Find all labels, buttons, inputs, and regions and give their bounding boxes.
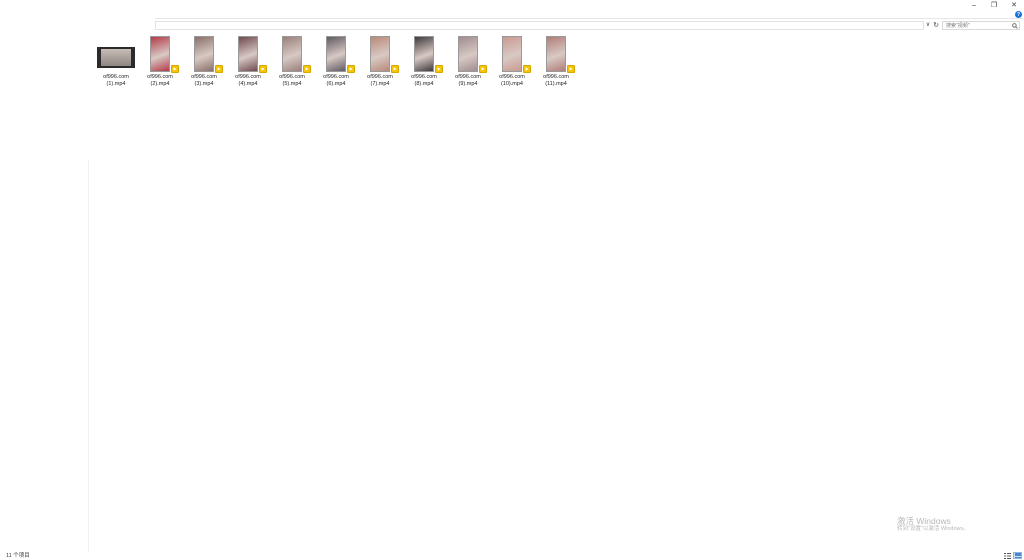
file-item[interactable]: of996.com (7).mp4	[358, 35, 402, 87]
video-thumbnail	[546, 36, 566, 72]
video-thumbnail-frame	[94, 35, 138, 73]
video-file-icon	[479, 65, 487, 73]
file-name: of996.com (3).mp4	[182, 74, 226, 87]
watermark-subtitle: 转到"设置"以激活 Windows。	[897, 526, 969, 532]
file-item[interactable]: of996.com (10).mp4	[490, 35, 534, 87]
ribbon-divider	[155, 18, 1024, 19]
video-file-icon	[347, 65, 355, 73]
close-button[interactable]: ✕	[1004, 0, 1024, 10]
watermark-title: 激活 Windows	[897, 516, 951, 526]
address-row: ∨ ↻ 搜索"视频"	[155, 21, 1020, 30]
video-file-icon	[215, 65, 223, 73]
video-thumbnail	[370, 36, 390, 72]
video-file-icon	[567, 65, 575, 73]
file-item[interactable]: of996.com (11).mp4	[534, 35, 578, 87]
search-placeholder: 搜索"视频"	[946, 23, 970, 29]
file-name-line2: (1).mp4	[106, 80, 126, 87]
address-history-chevron-icon[interactable]: ∨	[924, 21, 932, 30]
address-bar[interactable]	[155, 21, 924, 30]
window-controls: – ❐ ✕	[964, 0, 1024, 10]
video-thumbnail-frame	[490, 35, 534, 73]
file-item[interactable]: of996.com (9).mp4	[446, 35, 490, 87]
file-name-line2: (7).mp4	[370, 80, 390, 87]
file-name-line2: (6).mp4	[326, 80, 346, 87]
activation-watermark: 激活 Windows 转到"设置"以激活 Windows。	[897, 516, 969, 533]
video-thumbnail	[150, 36, 170, 72]
video-file-icon	[171, 65, 179, 73]
video-thumbnail-frame	[182, 35, 226, 73]
file-grid: of996.com (1).mp4 of996.com (2).mp4 of996.co…	[94, 35, 578, 87]
file-name-line2: (11).mp4	[545, 80, 567, 87]
video-file-icon	[523, 65, 531, 73]
large-icons-view-icon[interactable]	[1013, 552, 1022, 559]
video-thumbnail-frame	[446, 35, 490, 73]
file-name: of996.com (9).mp4	[446, 74, 490, 87]
video-thumbnail	[414, 36, 434, 72]
video-thumbnail-frame	[226, 35, 270, 73]
pane-divider	[88, 160, 89, 552]
video-thumbnail	[458, 36, 478, 72]
video-thumbnail	[282, 36, 302, 72]
file-name: of996.com (10).mp4	[490, 74, 534, 87]
file-name-line2: (8).mp4	[414, 80, 434, 87]
minimize-button[interactable]: –	[964, 0, 984, 10]
file-name: of996.com (1).mp4	[94, 74, 138, 87]
video-thumbnail-frame	[534, 35, 578, 73]
file-name: of996.com (7).mp4	[358, 74, 402, 87]
file-name-line2: (9).mp4	[458, 80, 478, 87]
video-file-icon	[391, 65, 399, 73]
maximize-button[interactable]: ❐	[984, 0, 1004, 10]
help-icon[interactable]: ?	[1015, 11, 1022, 18]
file-item[interactable]: of996.com (5).mp4	[270, 35, 314, 87]
file-item[interactable]: of996.com (8).mp4	[402, 35, 446, 87]
status-bar: 11 个项目	[0, 552, 1024, 560]
item-count: 11 个项目	[6, 553, 30, 559]
file-item[interactable]: of996.com (4).mp4	[226, 35, 270, 87]
video-thumbnail	[238, 36, 258, 72]
file-item[interactable]: of996.com (6).mp4	[314, 35, 358, 87]
video-thumbnail-frame	[402, 35, 446, 73]
file-item[interactable]: of996.com (2).mp4	[138, 35, 182, 87]
file-name: of996.com (11).mp4	[534, 74, 578, 87]
video-file-icon	[259, 65, 267, 73]
file-name: of996.com (5).mp4	[270, 74, 314, 87]
video-thumbnail	[326, 36, 346, 72]
file-name-line2: (3).mp4	[194, 80, 214, 87]
file-name: of996.com (2).mp4	[138, 74, 182, 87]
file-name-line2: (2).mp4	[150, 80, 170, 87]
file-name-line2: (4).mp4	[238, 80, 258, 87]
video-thumbnail-frame	[314, 35, 358, 73]
file-name: of996.com (6).mp4	[314, 74, 358, 87]
search-input[interactable]: 搜索"视频"	[942, 21, 1020, 30]
video-thumbnail	[97, 46, 135, 68]
file-name: of996.com (8).mp4	[402, 74, 446, 87]
refresh-button[interactable]: ↻	[932, 21, 940, 30]
file-item[interactable]: of996.com (3).mp4	[182, 35, 226, 87]
video-thumbnail-frame	[358, 35, 402, 73]
file-item[interactable]: of996.com (1).mp4	[94, 35, 138, 87]
video-file-icon	[303, 65, 311, 73]
video-file-icon	[435, 65, 443, 73]
video-thumbnail	[194, 36, 214, 72]
file-name: of996.com (4).mp4	[226, 74, 270, 87]
file-name-line2: (5).mp4	[282, 80, 302, 87]
video-thumbnail-frame	[138, 35, 182, 73]
search-icon[interactable]	[1011, 22, 1019, 30]
file-name-line2: (10).mp4	[500, 80, 523, 87]
video-thumbnail-frame	[270, 35, 314, 73]
video-thumbnail	[502, 36, 522, 72]
details-view-icon[interactable]	[1003, 552, 1012, 559]
